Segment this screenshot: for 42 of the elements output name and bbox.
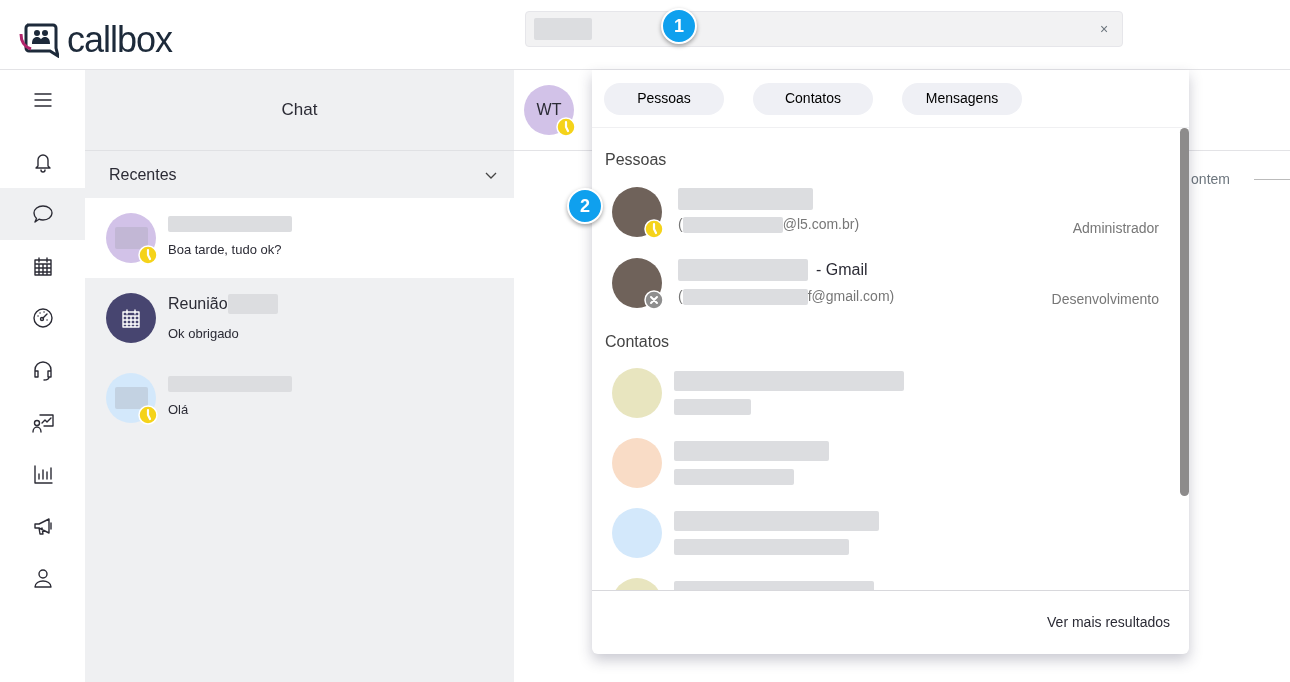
parenthesis: ( — [678, 287, 683, 306]
logo-text: callbox — [67, 18, 173, 62]
panel-title: Chat — [85, 70, 514, 151]
date-divider: ontem — [1191, 170, 1230, 189]
parenthesis: ( — [678, 215, 683, 234]
filter-chip[interactable]: Contatos — [753, 82, 873, 115]
blurred-avatar — [114, 227, 148, 249]
gauge-icon — [31, 307, 54, 329]
message-preview: Olá — [168, 401, 190, 420]
role-text: Desenvolvimento — [1051, 290, 1159, 309]
bar-chart-icon — [31, 463, 54, 485]
callout-marker: 2 — [567, 188, 603, 224]
headset-icon — [31, 359, 54, 381]
chat-list-item[interactable]: Boa tarde, tudo ok? — [85, 198, 514, 278]
chat-list-item[interactable]: Olá — [85, 358, 514, 438]
role-text: Administrador — [1072, 219, 1159, 238]
person-result[interactable]: ( @l5.com.br) Administrador — [604, 176, 1177, 247]
email-text: @l5.com.br) — [782, 215, 860, 234]
email-text: f@gmail.com) — [807, 287, 895, 306]
presentation-icon — [31, 411, 54, 433]
section-title: Recentes — [109, 164, 177, 185]
calendar-icon — [31, 255, 54, 277]
megaphone-icon — [31, 515, 54, 537]
chat-list-item[interactable]: Reunião Ok obrigado — [85, 278, 514, 358]
speech-bubble-icon — [31, 203, 54, 225]
more-results-link[interactable]: Ver mais resultados — [1047, 612, 1170, 633]
blurred-avatar — [114, 387, 148, 409]
section-heading: Contatos — [604, 332, 671, 352]
section-heading: Pessoas — [604, 150, 668, 170]
message-preview: Boa tarde, tudo ok? — [168, 241, 283, 260]
message-preview: Ok obrigado — [168, 325, 240, 344]
avatar-initials: WT — [536, 100, 562, 120]
filter-chip[interactable]: Pessoas — [604, 82, 724, 115]
name-suffix: - Gmail — [816, 260, 868, 280]
contact-name: Reunião — [168, 294, 228, 315]
filter-chip[interactable]: Mensagens — [902, 82, 1022, 115]
logo-icon — [19, 22, 59, 58]
clear-button[interactable]: × — [1093, 17, 1115, 41]
user-icon — [31, 567, 54, 589]
calendar-icon — [120, 307, 142, 329]
person-result[interactable]: - Gmail ( f@gmail.com) Desenvolvimento — [604, 247, 1177, 318]
scrollbar-thumb[interactable] — [1180, 128, 1189, 496]
